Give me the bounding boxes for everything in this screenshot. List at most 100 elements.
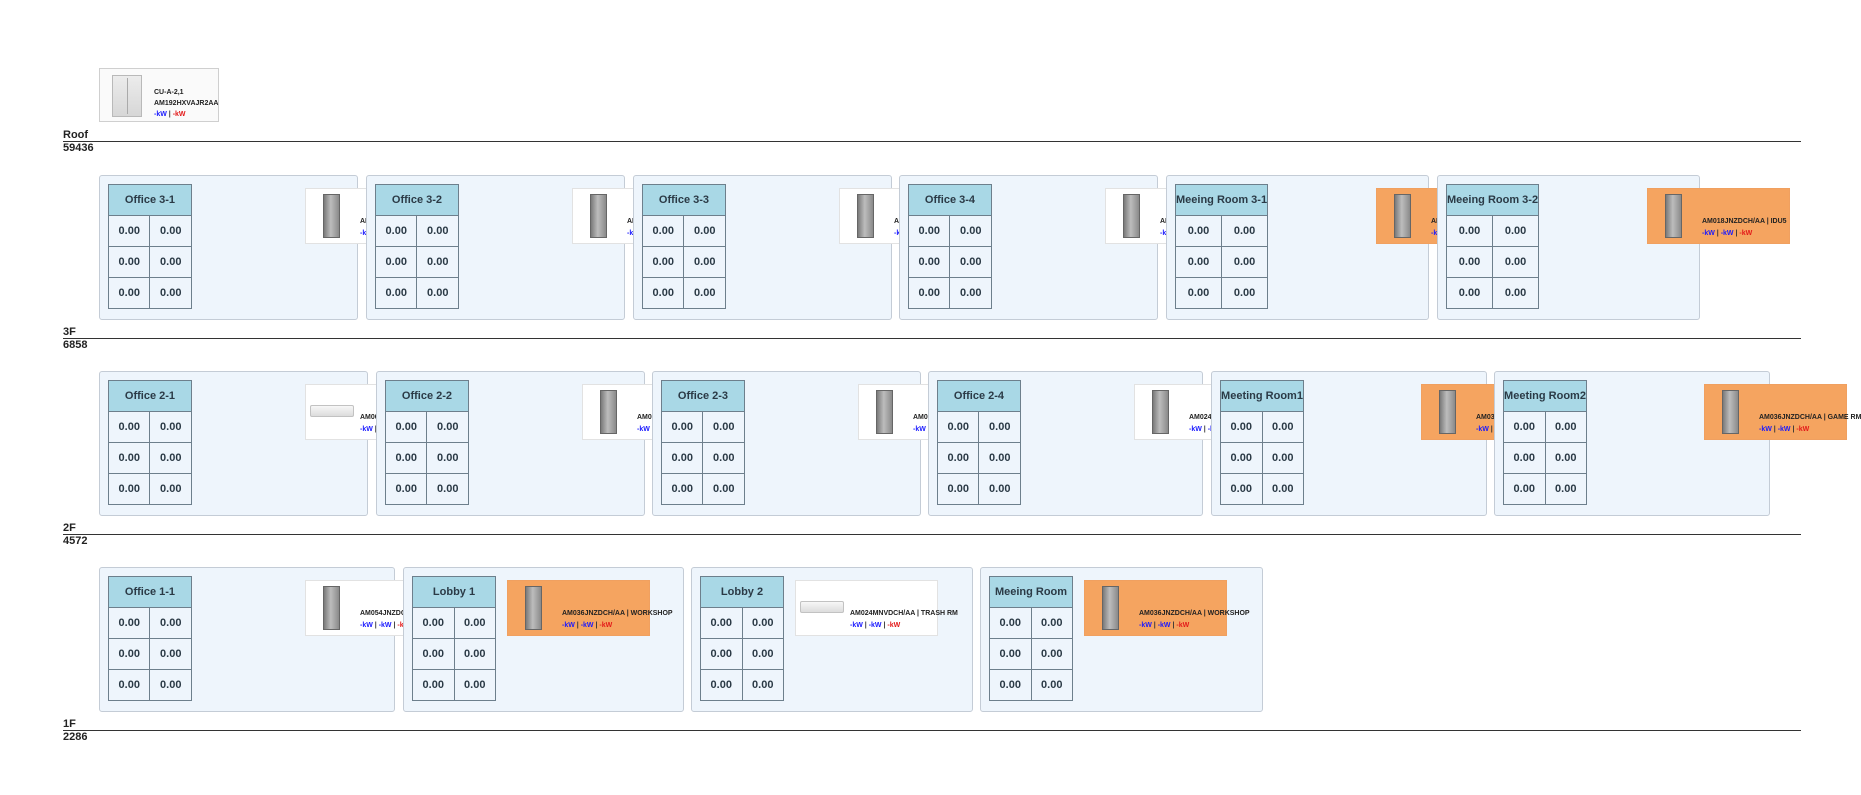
indoor-unit-card[interactable]: AM036JNZDCH/AA | GAME RM -kW | -kW | -kW — [1704, 384, 1861, 440]
room-name[interactable]: Office 2-4 — [937, 380, 1021, 412]
room-value-row: 0.00 0.00 — [1174, 277, 1269, 309]
room-value-cell: 0.00 — [660, 442, 704, 474]
room-value-cell: 0.00 — [374, 215, 418, 247]
cabinet-unit-icon — [1439, 390, 1456, 434]
room-table: Office 2-3 0.00 0.00 0.00 0.00 0.00 0.00 — [660, 380, 745, 505]
indoor-unit-card[interactable]: AM018JNZDCH/AA | IDU5 -kW | -kW | -kW — [1647, 188, 1790, 244]
room-name[interactable]: Lobby 1 — [412, 576, 496, 608]
cabinet-unit-icon — [600, 390, 617, 434]
indoor-unit-power: -kW | -kW | -kW — [1139, 622, 1190, 629]
room-value-cell: 0.00 — [1492, 246, 1540, 278]
room-card[interactable]: Office 2-40.000.000.000.000.000.00AM024J… — [928, 371, 1291, 516]
room-value-row: 0.00 0.00 — [907, 246, 992, 278]
room-name[interactable]: Office 2-1 — [108, 380, 192, 412]
room-card[interactable]: Office 2-30.000.000.000.000.000.00AM018J… — [652, 371, 1012, 516]
room-value-cell: 0.00 — [989, 607, 1032, 639]
room-value-cell: 0.00 — [412, 607, 455, 639]
room-name[interactable]: Office 1-1 — [108, 576, 192, 608]
room-card[interactable]: Meeing Room 0.00 0.00 0.00 0.00 0.00 0.00 AM036… — [980, 567, 1263, 712]
cabinet-unit-icon — [1102, 586, 1119, 630]
room-card[interactable]: Meeting Room10.000.000.000.000.000.00AM0… — [1211, 371, 1578, 516]
outdoor-unit-model: AM192HXVAJR2AA — [154, 100, 219, 107]
room-name[interactable]: Office 2-3 — [661, 380, 745, 412]
room-value-cell: 0.00 — [107, 607, 151, 639]
room-value-cell: 0.00 — [683, 215, 726, 247]
room-name[interactable]: Meeing Room 3-2 — [1445, 184, 1540, 216]
room-name[interactable]: Office 2-2 — [385, 380, 469, 412]
indoor-unit-power: -kW | -kW | -kW — [850, 622, 901, 629]
room-value-cell: 0.00 — [1030, 669, 1073, 701]
room-name[interactable]: Meeing Room 3-1 — [1174, 184, 1269, 216]
room-name[interactable]: Lobby 2 — [700, 576, 784, 608]
indoor-unit-card[interactable]: AM036JNZDCH/AA | WORKSHOP -kW | -kW | -kW — [1084, 580, 1250, 636]
room-name[interactable]: Office 3-3 — [642, 184, 726, 216]
room-value-cell: 0.00 — [702, 411, 745, 443]
room-value-cell: 0.00 — [412, 669, 455, 701]
room-card[interactable]: Meeing Room 3-2 0.00 0.00 0.00 0.00 0.00 0.00 A… — [1437, 175, 1790, 320]
room-card[interactable]: Lobby 2 0.00 0.00 0.00 0.00 0.00 0.00 AM024MNVD… — [691, 567, 973, 712]
room-name[interactable]: Meeting Room1 — [1220, 380, 1304, 412]
room-value-cell: 0.00 — [107, 638, 151, 670]
room-value-row: 0.00 0.00 — [374, 277, 459, 309]
indoor-unit-power: -kW | -kW | -kW — [1702, 230, 1753, 237]
room-card[interactable]: Office 3-10.000.000.000.000.000.00AM018J… — [99, 175, 448, 320]
room-value-row: 0.00 0.00 — [107, 638, 192, 670]
room-value-row: 0.00 0.00 — [936, 442, 1021, 474]
room-name[interactable]: Office 3-2 — [375, 184, 459, 216]
room-value-cell: 0.00 — [660, 411, 704, 443]
cabinet-unit-icon — [590, 194, 607, 238]
room-card[interactable]: Lobby 1 0.00 0.00 0.00 0.00 0.00 0.00 AM036JNZD… — [403, 567, 684, 712]
room-value-cell: 0.00 — [989, 669, 1032, 701]
indoor-unit-power: -kW | -kW | -kW — [562, 622, 613, 629]
room-card[interactable]: Meeing Room 3-10.000.000.000.000.000.00A… — [1166, 175, 1519, 320]
room-value-cell: 0.00 — [374, 277, 418, 309]
room-value-cell: 0.00 — [149, 246, 192, 278]
indoor-unit-card[interactable]: AM024MNVDCH/AA | TRASH RM -kW | -kW | -kW — [795, 580, 958, 636]
room-value-cell: 0.00 — [936, 442, 980, 474]
indoor-unit-card[interactable]: AM036JNZDCH/AA | WORKSHOP -kW | -kW | -kW — [507, 580, 673, 636]
room-value-row: 0.00 0.00 — [936, 411, 1021, 443]
room-value-cell: 0.00 — [1221, 277, 1269, 309]
room-value-cell: 0.00 — [453, 669, 496, 701]
room-value-cell: 0.00 — [936, 473, 980, 505]
room-value-row: 0.00 0.00 — [641, 215, 726, 247]
room-card[interactable]: Office 3-30.000.000.000.000.000.00AM018J… — [633, 175, 982, 320]
room-value-cell: 0.00 — [107, 411, 151, 443]
room-card[interactable]: Office 1-1 0.00 0.00 0.00 0.00 0.00 0.00 AM054J… — [99, 567, 489, 712]
room-value-row: 0.00 0.00 — [700, 607, 784, 639]
room-value-row: 0.00 0.00 — [384, 473, 469, 505]
floor-label-roof: Roof 59436 — [63, 129, 94, 154]
room-name[interactable]: Meeing Room — [989, 576, 1073, 608]
room-table: Meeting Room2 0.00 0.00 0.00 0.00 0.00 0.00 — [1503, 380, 1587, 505]
room-value-row: 0.00 0.00 — [907, 215, 992, 247]
room-name[interactable]: Office 3-1 — [108, 184, 192, 216]
room-value-cell: 0.00 — [741, 607, 784, 639]
room-value-cell: 0.00 — [1503, 411, 1546, 443]
room-name[interactable]: Office 3-4 — [908, 184, 992, 216]
room-value-row: 0.00 0.00 — [700, 638, 784, 670]
room-value-cell: 0.00 — [1220, 473, 1263, 505]
room-value-row: 0.00 0.00 — [107, 473, 192, 505]
floor-divider-2f — [63, 534, 1801, 535]
indoor-unit-label: AM036JNZDCH/AA | WORKSHOP — [562, 610, 673, 617]
room-table: Meeting Room1 0.00 0.00 0.00 0.00 0.00 0.00 — [1220, 380, 1304, 505]
room-card[interactable]: Office 3-40.000.000.000.000.000.00AM018J… — [899, 175, 1248, 320]
room-card[interactable]: Office 2-20.000.000.000.000.000.00AM018J… — [376, 371, 736, 516]
floor-divider-roof — [63, 141, 1801, 142]
room-card[interactable]: Office 3-20.000.000.000.000.000.00AM018J… — [366, 175, 715, 320]
outdoor-unit-card[interactable]: CU-A-2,1 AM192HXVAJR2AA -kW | -kW — [99, 68, 219, 122]
room-value-row: 0.00 0.00 — [907, 277, 992, 309]
room-value-cell: 0.00 — [949, 277, 992, 309]
room-value-cell: 0.00 — [1220, 411, 1263, 443]
room-table: Office 3-3 0.00 0.00 0.00 0.00 0.00 0.00 — [641, 184, 726, 309]
room-card[interactable]: Office 2-10.000.000.000.000.000.00AM009M… — [99, 371, 453, 516]
indoor-unit-label: AM036JNZDCH/AA | WORKSHOP — [1139, 610, 1250, 617]
room-value-cell: 0.00 — [1261, 473, 1304, 505]
room-card[interactable]: Meeting Room2 0.00 0.00 0.00 0.00 0.00 0.00 AM0… — [1494, 371, 1861, 516]
room-value-cell: 0.00 — [149, 215, 192, 247]
room-value-row: 0.00 0.00 — [107, 215, 192, 247]
room-name[interactable]: Meeting Room2 — [1503, 380, 1587, 412]
room-value-cell: 0.00 — [384, 442, 428, 474]
room-value-cell: 0.00 — [1221, 246, 1269, 278]
room-table: Meeing Room 3-2 0.00 0.00 0.00 0.00 0.00 0.00 — [1445, 184, 1540, 309]
